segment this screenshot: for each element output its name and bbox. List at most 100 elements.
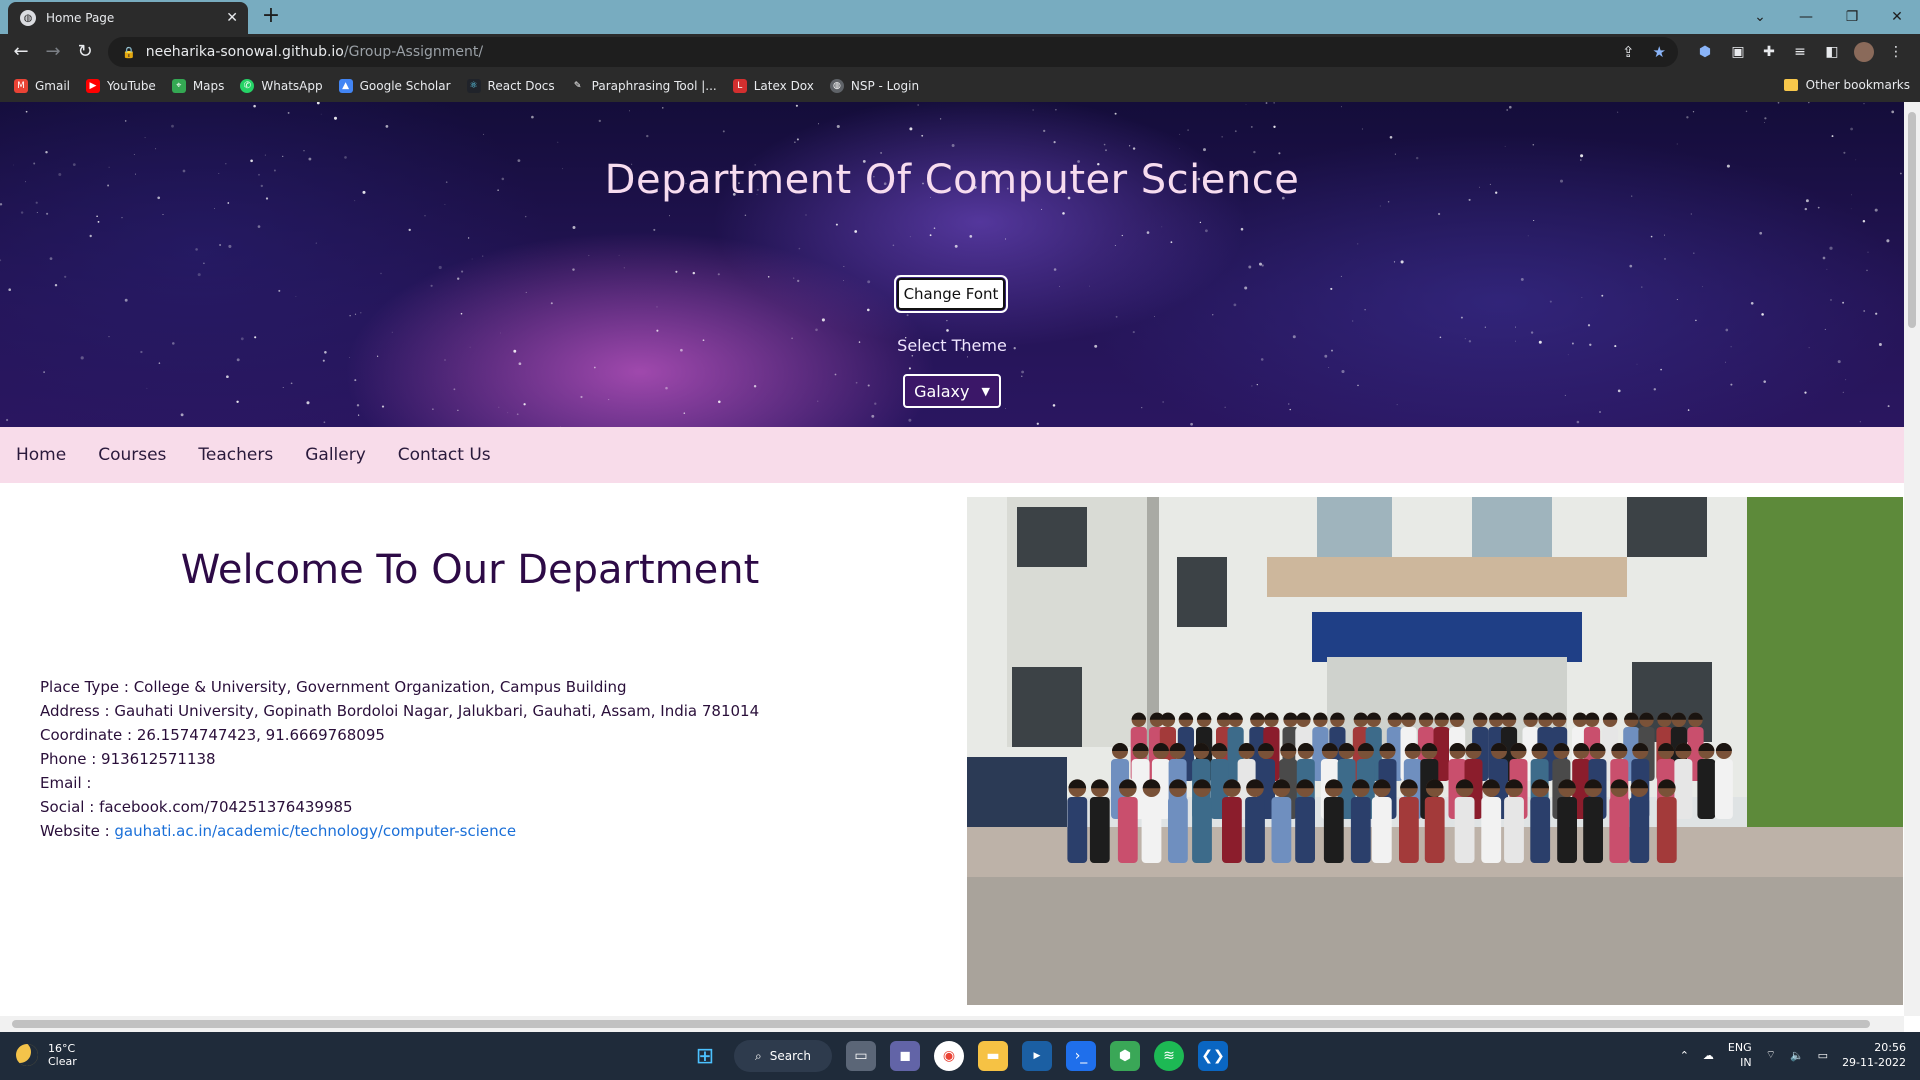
address-bar[interactable]: 🔒 neeharika-sonowal.github.io/Group-Assi…: [108, 37, 1678, 67]
nav-courses[interactable]: Courses: [98, 445, 166, 465]
weather-widget[interactable]: 16°C Clear: [16, 1042, 77, 1068]
restore-icon[interactable]: ❐: [1829, 0, 1875, 34]
share-icon[interactable]: ⇪: [1622, 43, 1635, 61]
volume-icon[interactable]: 🔈: [1790, 1049, 1804, 1062]
nodejs-icon[interactable]: ⬢: [1110, 1041, 1140, 1071]
maps-icon: ⌖: [171, 79, 186, 93]
bookmark-gmail[interactable]: M Gmail: [14, 79, 70, 93]
lock-icon: 🔒: [122, 45, 136, 59]
site-nav: Home Courses Teachers Gallery Contact Us: [0, 427, 1904, 483]
prime-video-icon[interactable]: ▶: [1022, 1041, 1052, 1071]
task-view-icon[interactable]: ▭: [846, 1041, 876, 1071]
weather-condition: Clear: [48, 1055, 77, 1068]
social: Social : facebook.com/704251376439985: [40, 798, 353, 816]
bookmark-youtube[interactable]: ▶ YouTube: [86, 79, 156, 93]
close-tab-icon[interactable]: ✕: [226, 10, 238, 26]
website-link[interactable]: gauhati.ac.in/academic/technology/comput…: [114, 822, 516, 840]
latex-icon: L: [732, 79, 747, 93]
tab-strip: ◍ Home Page ✕ + ⌄ — ❐ ✕: [0, 0, 1920, 34]
coordinate: Coordinate : 26.1574747423, 91.666976809…: [40, 726, 385, 744]
bookmarks-bar: M Gmail ▶ YouTube ⌖ Maps ✆ WhatsApp ▲ Google …: [0, 70, 1920, 102]
chevron-down-icon: ▼: [981, 384, 990, 398]
department-info: Place Type : College & University, Gover…: [40, 675, 759, 843]
wifi-icon[interactable]: ⌔: [1766, 1048, 1776, 1062]
address: Address : Gauhati University, Gopinath B…: [40, 702, 760, 720]
file-explorer-icon[interactable]: ▬: [978, 1041, 1008, 1071]
battery-icon[interactable]: ▭: [1818, 1049, 1828, 1062]
tray-chevron-icon[interactable]: ⌃: [1680, 1049, 1689, 1062]
system-tray: ⌃ ☁ ENG IN ⌔ 🔈 ▭ 20:56 29-11-2022: [1680, 1040, 1906, 1070]
spotify-icon[interactable]: ≋: [1154, 1041, 1184, 1071]
back-arrow-icon[interactable]: ←: [8, 39, 34, 65]
gmail-icon: M: [14, 79, 28, 93]
teams-chat-icon[interactable]: ◼: [890, 1041, 920, 1071]
url-path: /Group-Assignment/: [343, 44, 484, 60]
vertical-scrollbar[interactable]: [1904, 102, 1920, 1016]
minimize-icon[interactable]: —: [1783, 0, 1829, 34]
search-icon: ⌕: [755, 1048, 762, 1063]
theme-select-value: Galaxy: [914, 381, 970, 401]
clock[interactable]: 20:56 29-11-2022: [1842, 1040, 1906, 1070]
vertical-scroll-thumb[interactable]: [1908, 112, 1916, 328]
bookmark-paraphrasing-tool[interactable]: ✎ Paraphrasing Tool |...: [571, 79, 717, 93]
nav-home[interactable]: Home: [16, 445, 66, 465]
bookmark-maps[interactable]: ⌖ Maps: [171, 79, 224, 93]
clock-time: 20:56: [1874, 1041, 1906, 1054]
taskbar-search[interactable]: ⌕ Search: [734, 1040, 832, 1072]
taskbar-apps: ⊞ ⌕ Search ▭ ◼ ◉ ▬ ▶ ›_ ⬢ ≋ ❮❯: [690, 1040, 1228, 1072]
site-header: Department Of Computer Science Change Fo…: [0, 102, 1904, 427]
browser-toolbar: ← → ↻ 🔒 neeharika-sonowal.github.io/Grou…: [0, 34, 1920, 70]
website-row: Website : gauhati.ac.in/academic/technol…: [40, 822, 517, 840]
extension-shield-icon[interactable]: ⬢: [1695, 42, 1715, 62]
new-tab-button[interactable]: +: [258, 4, 284, 30]
chrome-icon[interactable]: ◉: [934, 1041, 964, 1071]
scholar-icon: ▲: [338, 79, 353, 93]
change-font-button[interactable]: Change Font: [894, 275, 1008, 313]
side-panel-icon[interactable]: ◧: [1822, 42, 1842, 62]
place-type: Place Type : College & University, Gover…: [40, 678, 627, 696]
select-theme-label: Select Theme: [897, 336, 1007, 355]
menu-kebab-icon[interactable]: ⋮: [1886, 42, 1906, 62]
language-indicator[interactable]: ENG IN: [1728, 1040, 1752, 1070]
forward-arrow-icon[interactable]: →: [40, 39, 66, 65]
temperature: 16°C: [48, 1042, 76, 1055]
close-window-icon[interactable]: ✕: [1874, 0, 1920, 34]
feather-icon: ✎: [573, 81, 582, 91]
nav-contact-us[interactable]: Contact Us: [398, 445, 491, 465]
vscode-icon[interactable]: ❮❯: [1198, 1041, 1228, 1071]
browser-tab-home-page[interactable]: ◍ Home Page ✕: [8, 2, 248, 34]
nav-gallery[interactable]: Gallery: [305, 445, 366, 465]
tab-title: Home Page: [46, 11, 115, 25]
bookmark-latex-dox[interactable]: L Latex Dox: [732, 79, 814, 93]
extensions-puzzle-icon[interactable]: ✚: [1759, 42, 1779, 62]
bookmark-whatsapp[interactable]: ✆ WhatsApp: [240, 79, 323, 93]
powershell-icon[interactable]: ›_: [1066, 1041, 1096, 1071]
youtube-icon: ▶: [86, 79, 101, 93]
page-viewport: Department Of Computer Science Change Fo…: [0, 102, 1904, 1016]
bookmark-google-scholar[interactable]: ▲ Google Scholar: [338, 79, 451, 93]
folder-icon: [1783, 79, 1798, 91]
reading-list-icon[interactable]: ≡: [1790, 42, 1810, 62]
profile-avatar[interactable]: [1854, 42, 1874, 62]
phone: Phone : 913612571138: [40, 750, 216, 768]
other-bookmarks[interactable]: Other bookmarks: [1783, 78, 1910, 92]
horizontal-scroll-thumb[interactable]: [12, 1020, 1870, 1028]
moon-icon: [16, 1044, 38, 1066]
globe-icon: ◍: [829, 79, 844, 93]
bookmark-star-icon[interactable]: ★: [1653, 43, 1666, 61]
windows-start-icon[interactable]: ⊞: [690, 1041, 720, 1071]
bookmark-react-docs[interactable]: ⚛ React Docs: [466, 79, 555, 93]
bookmark-nsp-login[interactable]: ◍ NSP - Login: [829, 79, 919, 93]
extension-b-icon[interactable]: ▣: [1728, 42, 1748, 62]
clock-date: 29-11-2022: [1842, 1056, 1906, 1069]
tab-search-chevron-icon[interactable]: ⌄: [1737, 0, 1783, 34]
welcome-heading: Welcome To Our Department: [180, 547, 760, 593]
nav-teachers[interactable]: Teachers: [198, 445, 273, 465]
windows-taskbar: 16°C Clear ⊞ ⌕ Search ▭ ◼ ◉ ▬ ▶ ›_ ⬢ ≋ ❮❯…: [0, 1032, 1920, 1080]
reload-icon[interactable]: ↻: [72, 39, 98, 65]
horizontal-scrollbar[interactable]: [0, 1016, 1904, 1032]
globe-icon: ◍: [20, 10, 36, 26]
theme-select[interactable]: Galaxy ▼: [903, 374, 1001, 408]
whatsapp-icon: ✆: [240, 79, 255, 93]
onedrive-cloud-icon[interactable]: ☁: [1703, 1049, 1714, 1062]
